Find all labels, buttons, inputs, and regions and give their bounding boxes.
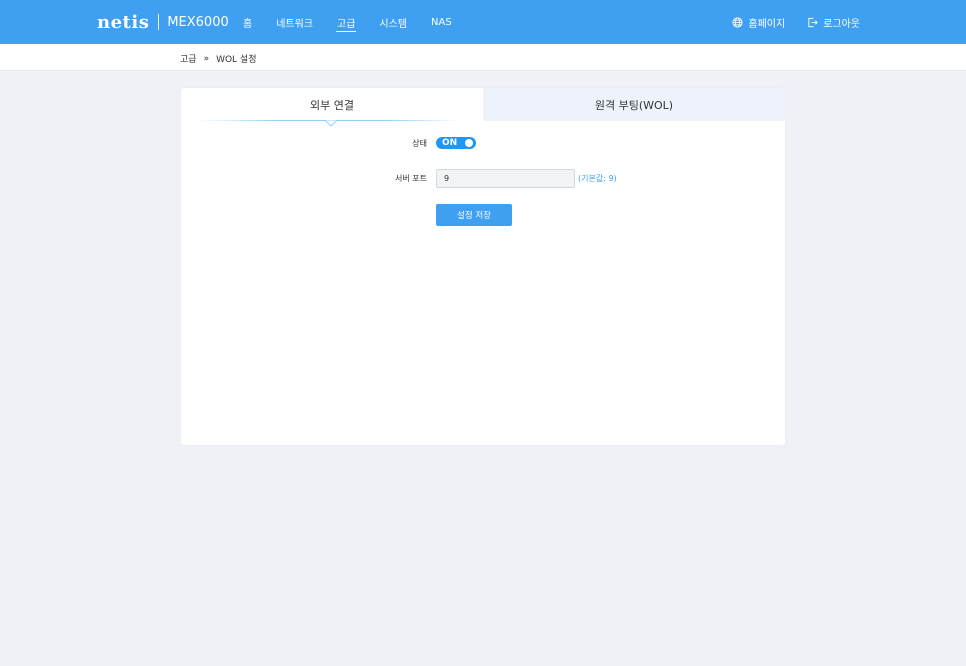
- breadcrumb-separator: »: [203, 53, 210, 64]
- nav-item-nas[interactable]: NAS: [431, 0, 452, 44]
- wol-settings-panel: 외부 연결 원격 부팅(WOL) 상태 ON 서버 포트 9 (기본값: 9) …: [181, 88, 785, 445]
- breadcrumb-parent[interactable]: 고급: [180, 52, 197, 65]
- top-navigation-bar: netis MEX6000 홈 네트워크 고급 시스템 NAS 홈페이지 로그아…: [0, 0, 966, 44]
- status-toggle-text: ON: [442, 138, 458, 148]
- tab-active-indicator-icon: [325, 120, 337, 127]
- server-port-input[interactable]: 9: [436, 169, 575, 188]
- status-toggle[interactable]: ON: [436, 137, 476, 149]
- nav-item-network[interactable]: 네트워크: [276, 0, 313, 44]
- header-links: 홈페이지 로그아웃: [710, 0, 860, 44]
- globe-icon: [732, 16, 743, 28]
- nav-item-home[interactable]: 홈: [243, 0, 252, 44]
- brand-logo: netis: [97, 11, 150, 33]
- logout-label: 로그아웃: [823, 18, 860, 30]
- brand[interactable]: netis MEX6000: [97, 11, 229, 33]
- brand-divider: [158, 14, 160, 30]
- toggle-knob: [465, 139, 473, 147]
- server-port-default-hint: (기본값: 9): [578, 174, 617, 183]
- tab-remote-boot[interactable]: 원격 부팅(WOL): [483, 88, 785, 121]
- status-row: 상태 ON: [381, 137, 476, 149]
- tab-external-connection[interactable]: 외부 연결: [181, 88, 483, 127]
- logout-link[interactable]: 로그아웃: [807, 15, 860, 30]
- tab-external-label: 외부 연결: [310, 98, 354, 112]
- server-port-label: 서버 포트: [395, 174, 427, 183]
- main-nav: 홈 네트워크 고급 시스템 NAS: [243, 0, 476, 44]
- breadcrumb: 고급 » WOL 설정: [180, 52, 257, 66]
- save-settings-button[interactable]: 설정 저장: [436, 204, 512, 226]
- breadcrumb-bar: 고급 » WOL 설정: [0, 44, 966, 71]
- breadcrumb-current: WOL 설정: [216, 55, 257, 65]
- nav-item-advanced[interactable]: 고급: [335, 0, 357, 44]
- status-label: 상태: [412, 138, 427, 148]
- homepage-link[interactable]: 홈페이지: [732, 15, 785, 30]
- nav-item-system[interactable]: 시스템: [379, 0, 407, 44]
- device-model: MEX6000: [167, 14, 229, 30]
- tab-remote-boot-label: 원격 부팅(WOL): [594, 98, 674, 112]
- tab-bar: 외부 연결 원격 부팅(WOL): [181, 88, 785, 127]
- server-port-row: 서버 포트 9 (기본값: 9): [381, 169, 617, 188]
- homepage-label: 홈페이지: [748, 18, 786, 30]
- logout-icon: [808, 17, 818, 27]
